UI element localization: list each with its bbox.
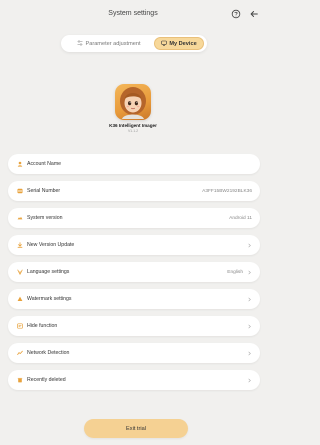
row-label: Language settings	[27, 269, 70, 275]
arrow-left-icon[interactable]	[248, 8, 260, 20]
row-label: Watermark settings	[27, 296, 72, 302]
row-label: Network Detection	[27, 350, 70, 356]
help-circle-icon[interactable]	[230, 8, 242, 20]
row-label: System version	[27, 215, 63, 221]
tab-parameter-label: Parameter adjustment	[85, 40, 141, 47]
system-icon	[17, 215, 23, 221]
sliders-icon	[77, 39, 83, 48]
chevron-right-icon	[246, 296, 252, 302]
chevron-right-icon	[246, 350, 252, 356]
header: System settings	[0, 0, 266, 30]
device-profile: K36 Intelligent Imager V1.1.2	[0, 84, 266, 133]
update-icon	[17, 242, 23, 248]
tab-my-device-label: My Device	[169, 40, 197, 47]
row-serial-number[interactable]: Serial Number A3FF15BW2192BLK36	[8, 181, 260, 201]
avatar	[115, 84, 151, 120]
device-version: V1.1.2	[127, 129, 139, 133]
row-account-name[interactable]: Account Name	[8, 154, 260, 174]
row-language-settings[interactable]: Language settings English	[8, 262, 260, 282]
chevron-right-icon	[246, 242, 252, 248]
chevron-right-icon	[246, 323, 252, 329]
row-label: New Version Update	[27, 242, 75, 248]
row-hide-function[interactable]: Hide function	[8, 316, 260, 336]
system-version-value: Android 11	[229, 215, 252, 221]
user-icon	[17, 161, 23, 167]
hide-icon	[17, 323, 23, 329]
row-network-detection[interactable]: Network Detection	[8, 343, 260, 363]
barcode-icon	[17, 188, 23, 194]
trash-icon	[17, 377, 23, 383]
watermark-icon	[17, 296, 23, 302]
exit-trial-button[interactable]: Exit trial	[84, 419, 188, 438]
language-icon	[17, 269, 23, 275]
serial-number-value: A3FF15BW2192BLK36	[202, 188, 252, 194]
device-name: K36 Intelligent Imager	[109, 123, 157, 128]
chevron-right-icon	[246, 269, 252, 275]
row-label: Account Name	[27, 161, 62, 167]
row-new-version-update[interactable]: New Version Update	[8, 235, 260, 255]
row-system-version[interactable]: System version Android 11	[8, 208, 260, 228]
chevron-right-icon	[246, 377, 252, 383]
row-label: Hide function	[27, 323, 58, 329]
settings-tab-switcher: Parameter adjustment My Device	[61, 35, 207, 52]
row-watermark-settings[interactable]: Watermark settings	[8, 289, 260, 309]
language-value: English	[227, 269, 243, 275]
row-recently-deleted[interactable]: Recently deleted	[8, 370, 260, 390]
device-icon	[161, 40, 168, 48]
row-label: Serial Number	[27, 188, 61, 194]
page-title: System settings	[108, 10, 158, 17]
tab-parameter-adjustment[interactable]: Parameter adjustment	[67, 37, 151, 50]
tab-my-device[interactable]: My Device	[154, 37, 204, 50]
network-icon	[17, 350, 23, 356]
row-label: Recently deleted	[27, 377, 66, 383]
